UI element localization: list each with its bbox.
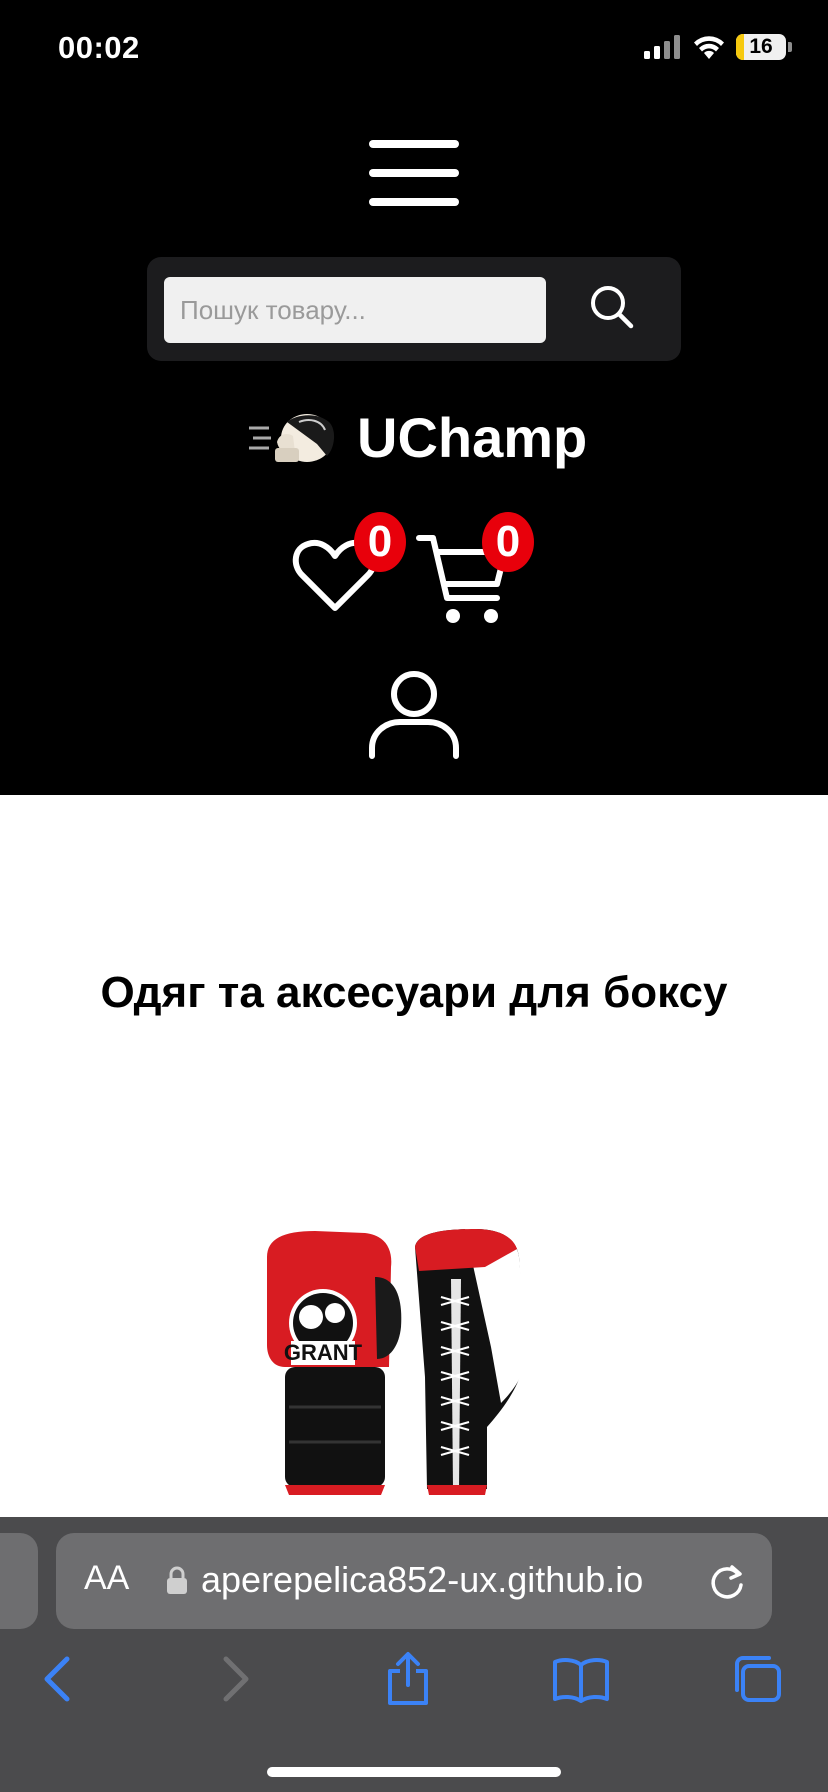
site-header: UChamp 0 0	[0, 100, 828, 795]
address-bar[interactable]: AA aperepelica852-ux.github.io	[56, 1533, 772, 1629]
forward-icon	[223, 1656, 249, 1702]
tabs-icon	[735, 1656, 781, 1702]
battery-fill	[736, 34, 744, 60]
reader-settings-button[interactable]: AA	[84, 1559, 129, 1598]
lock-icon	[167, 1566, 187, 1594]
hamburger-menu-icon[interactable]	[369, 140, 459, 206]
url-text: aperepelica852-ux.github.io	[201, 1559, 644, 1600]
status-bar: 00:02 16	[0, 0, 828, 100]
user-icon	[369, 671, 459, 759]
wishlist-count-badge: 0	[354, 512, 406, 572]
boxing-gloves-image[interactable]: GRANT	[255, 1227, 575, 1517]
battery-cap	[788, 42, 792, 52]
back-icon	[44, 1656, 70, 1702]
reload-icon[interactable]	[708, 1563, 746, 1601]
previous-tab-preview[interactable]	[0, 1533, 38, 1629]
status-icons: 16	[644, 34, 792, 60]
boxing-glove-logo	[249, 413, 335, 462]
bookmarks-button[interactable]	[549, 1647, 613, 1711]
share-icon	[388, 1652, 428, 1705]
home-indicator[interactable]	[267, 1767, 561, 1777]
battery-icon: 16	[736, 34, 786, 60]
bookmarks-icon	[553, 1658, 609, 1703]
wishlist-button[interactable]: 0	[290, 512, 406, 620]
main-content: Одяг та аксесуари для боксу GRANT	[0, 795, 828, 1517]
share-button[interactable]	[376, 1647, 440, 1711]
header-actions: 0 0	[290, 510, 540, 630]
aa-label: AA	[84, 1559, 130, 1597]
search-icon	[591, 286, 634, 329]
section-title: Одяг та аксесуари для боксу	[100, 968, 728, 1017]
search-bar	[147, 257, 681, 361]
battery-level: 16	[749, 35, 773, 58]
search-button[interactable]	[567, 269, 657, 345]
tabs-button[interactable]	[724, 1647, 788, 1711]
cellular-signal-icon	[644, 35, 680, 59]
account-button[interactable]	[366, 668, 462, 760]
search-input[interactable]	[164, 277, 546, 343]
forward-button[interactable]	[203, 1647, 267, 1711]
glove-brand-text: GRANT	[284, 1340, 363, 1365]
status-time: 00:02	[58, 30, 140, 65]
wifi-icon	[694, 36, 724, 59]
browser-toolbar: AA aperepelica852-ux.github.io	[0, 1517, 828, 1792]
site-logo[interactable]: UChamp	[247, 405, 587, 470]
logo-text: UChamp	[357, 406, 588, 469]
cart-button[interactable]: 0	[415, 512, 534, 630]
back-button[interactable]	[26, 1647, 90, 1711]
cart-count-badge: 0	[482, 512, 534, 572]
